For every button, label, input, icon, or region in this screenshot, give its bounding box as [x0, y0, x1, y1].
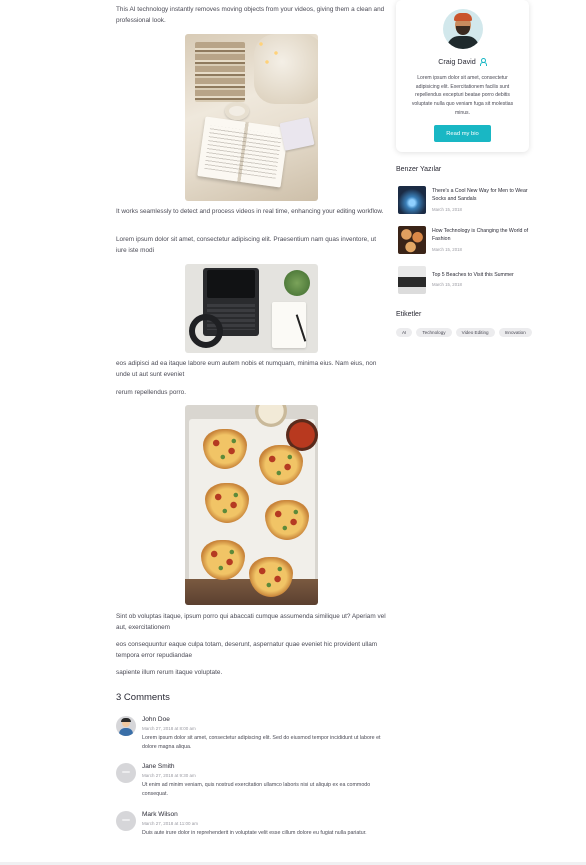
comment-text: Lorem ipsum dolor sit amet, consectetur …	[142, 735, 381, 750]
post-title[interactable]: There's a Cool New Way for Men to Wear S…	[432, 187, 532, 203]
article-image-laptop	[184, 264, 318, 353]
post-title[interactable]: How Technology is Changing the World of …	[432, 227, 532, 243]
author-bio: Lorem ipsum dolor sit amet, consectetur …	[411, 75, 514, 116]
article-paragraph: It works seamlessly to detect and proces…	[116, 208, 384, 215]
tags-title: Etiketler	[396, 311, 422, 318]
read-bio-button[interactable]: Read my bio	[434, 125, 491, 142]
article-paragraph: eos consequuntur eaque culpa totam, dese…	[116, 641, 378, 659]
article-paragraph: Lorem ipsum dolor sit amet, consectetur …	[116, 236, 377, 254]
post-thumbnail[interactable]	[398, 186, 426, 214]
avatar	[116, 763, 136, 783]
article-paragraph: sapiente illum rerum itaque voluptate.	[116, 669, 223, 676]
avatar	[116, 716, 136, 736]
comment-text: Duis aute irure dolor in reprehenderit i…	[142, 830, 367, 836]
comment-date: March 27, 2018 at 11:00 am	[142, 821, 198, 826]
tag-item[interactable]: Video Editing	[455, 328, 495, 337]
post-date: March 15, 2018	[432, 282, 462, 287]
comments-heading: 3 Comments	[116, 692, 170, 703]
article-image-books	[184, 34, 318, 201]
avatar	[116, 811, 136, 831]
comment-date: March 27, 2018 at 8:00 am	[142, 726, 196, 731]
comment-author[interactable]: John Doe	[142, 716, 170, 723]
article-paragraph: rerum repellendus porro.	[116, 389, 186, 396]
article-paragraph: This AI technology instantly removes mov…	[116, 6, 385, 24]
author-profile-card: Craig David Lorem ipsum dolor sit amet, …	[396, 0, 529, 152]
tag-item[interactable]: AI	[396, 328, 413, 337]
comment-text: Ut enim ad minim veniam, quis nostrud ex…	[142, 782, 371, 797]
post-date: March 15, 2018	[432, 247, 462, 252]
related-posts-title: Benzer Yazılar	[396, 166, 442, 173]
related-post-item[interactable]: How Technology is Changing the World of …	[398, 226, 533, 254]
related-post-item[interactable]: There's a Cool New Way for Men to Wear S…	[398, 186, 533, 214]
comment-date: March 27, 2018 at 9:30 am	[142, 773, 196, 778]
author-name: Craig David	[438, 57, 476, 66]
user-follow-icon[interactable]	[479, 58, 487, 66]
tag-item[interactable]: Technology	[416, 328, 452, 337]
tag-item[interactable]: Innovation	[498, 328, 532, 337]
comment-author[interactable]: Jane Smith	[142, 763, 175, 770]
post-date: March 15, 2018	[432, 207, 462, 212]
related-post-item[interactable]: Top 5 Beaches to Visit this Summer March…	[398, 266, 533, 294]
article-paragraph: Sint ob voluptas itaque, ipsum porro qui…	[116, 613, 386, 631]
tag-list: AI Technology Video Editing Innovation	[396, 328, 532, 337]
article-image-pizza	[184, 405, 318, 605]
post-title[interactable]: Top 5 Beaches to Visit this Summer	[432, 271, 532, 279]
post-thumbnail[interactable]	[398, 266, 426, 294]
author-avatar	[443, 9, 483, 49]
article-paragraph: eos adipisci ad ea itaque labore eum aut…	[116, 360, 377, 378]
post-thumbnail[interactable]	[398, 226, 426, 254]
comment-author[interactable]: Mark Wilson	[142, 811, 178, 818]
